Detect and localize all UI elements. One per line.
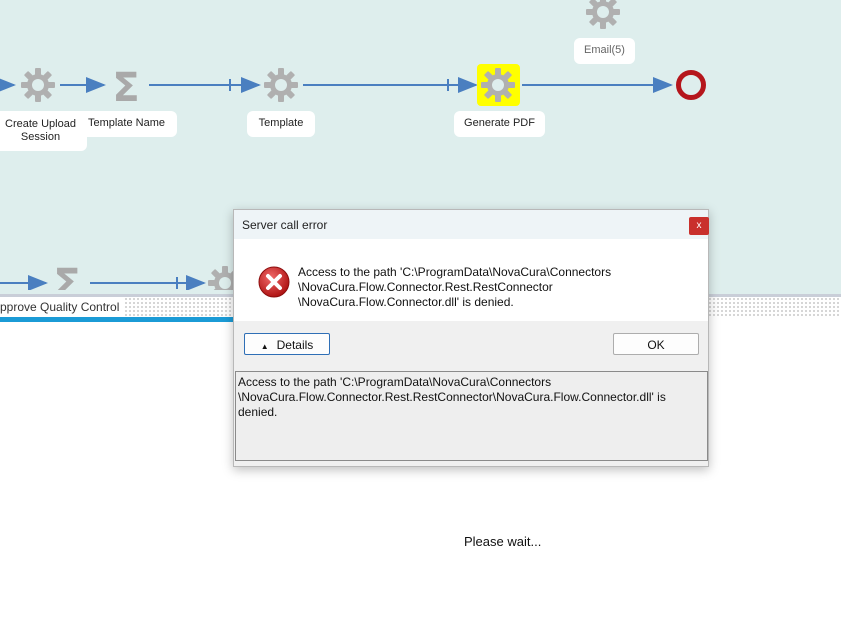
close-button[interactable]: x — [689, 217, 709, 235]
details-line: \NovaCura.Flow.Connector.Rest.RestConnec… — [238, 390, 666, 419]
sigma-icon[interactable]: Σ — [112, 65, 139, 111]
node-label[interactable]: Generate PDF — [454, 111, 545, 137]
error-dialog: Server call error x Access to the path '… — [233, 209, 709, 467]
node-label[interactable]: Create Upload Session — [0, 111, 87, 151]
node-label[interactable]: Template Name — [76, 111, 177, 137]
node-label[interactable]: Email(5) — [574, 38, 635, 64]
error-message: Access to the path 'C:\ProgramData\NovaC… — [298, 265, 698, 310]
gear-icon[interactable] — [481, 68, 515, 102]
node-label[interactable]: Template — [247, 111, 315, 137]
gear-icon[interactable] — [21, 68, 55, 102]
gear-icon[interactable] — [586, 0, 620, 29]
details-textbox[interactable]: Access to the path 'C:\ProgramData\NovaC… — [235, 371, 708, 461]
gear-icon[interactable] — [264, 68, 298, 102]
caret-up-icon: ▲ — [260, 342, 269, 351]
details-button-label: Details — [276, 338, 314, 352]
error-icon — [258, 266, 290, 298]
details-button[interactable]: ▲ Details — [244, 333, 330, 355]
error-message-line: Access to the path 'C:\ProgramData\NovaC… — [298, 265, 612, 279]
end-event-icon[interactable] — [676, 70, 706, 100]
error-message-line: \NovaCura.Flow.Connector.dll' is denied. — [298, 295, 514, 309]
message-area: Access to the path 'C:\ProgramData\NovaC… — [234, 239, 708, 321]
sigma-icon[interactable]: Σ — [53, 261, 80, 290]
dialog-titlebar[interactable]: Server call error x — [234, 210, 709, 239]
lane-label: pprove Quality Control — [0, 297, 126, 317]
ok-button[interactable]: OK — [613, 333, 699, 355]
please-wait-text: Please wait... — [464, 534, 542, 549]
dialog-title: Server call error — [242, 218, 328, 232]
lane-progress-bar — [0, 317, 235, 322]
error-message-line: \NovaCura.Flow.Connector.Rest.RestConnec… — [298, 280, 553, 294]
details-line: Access to the path 'C:\ProgramData\NovaC… — [238, 375, 552, 389]
